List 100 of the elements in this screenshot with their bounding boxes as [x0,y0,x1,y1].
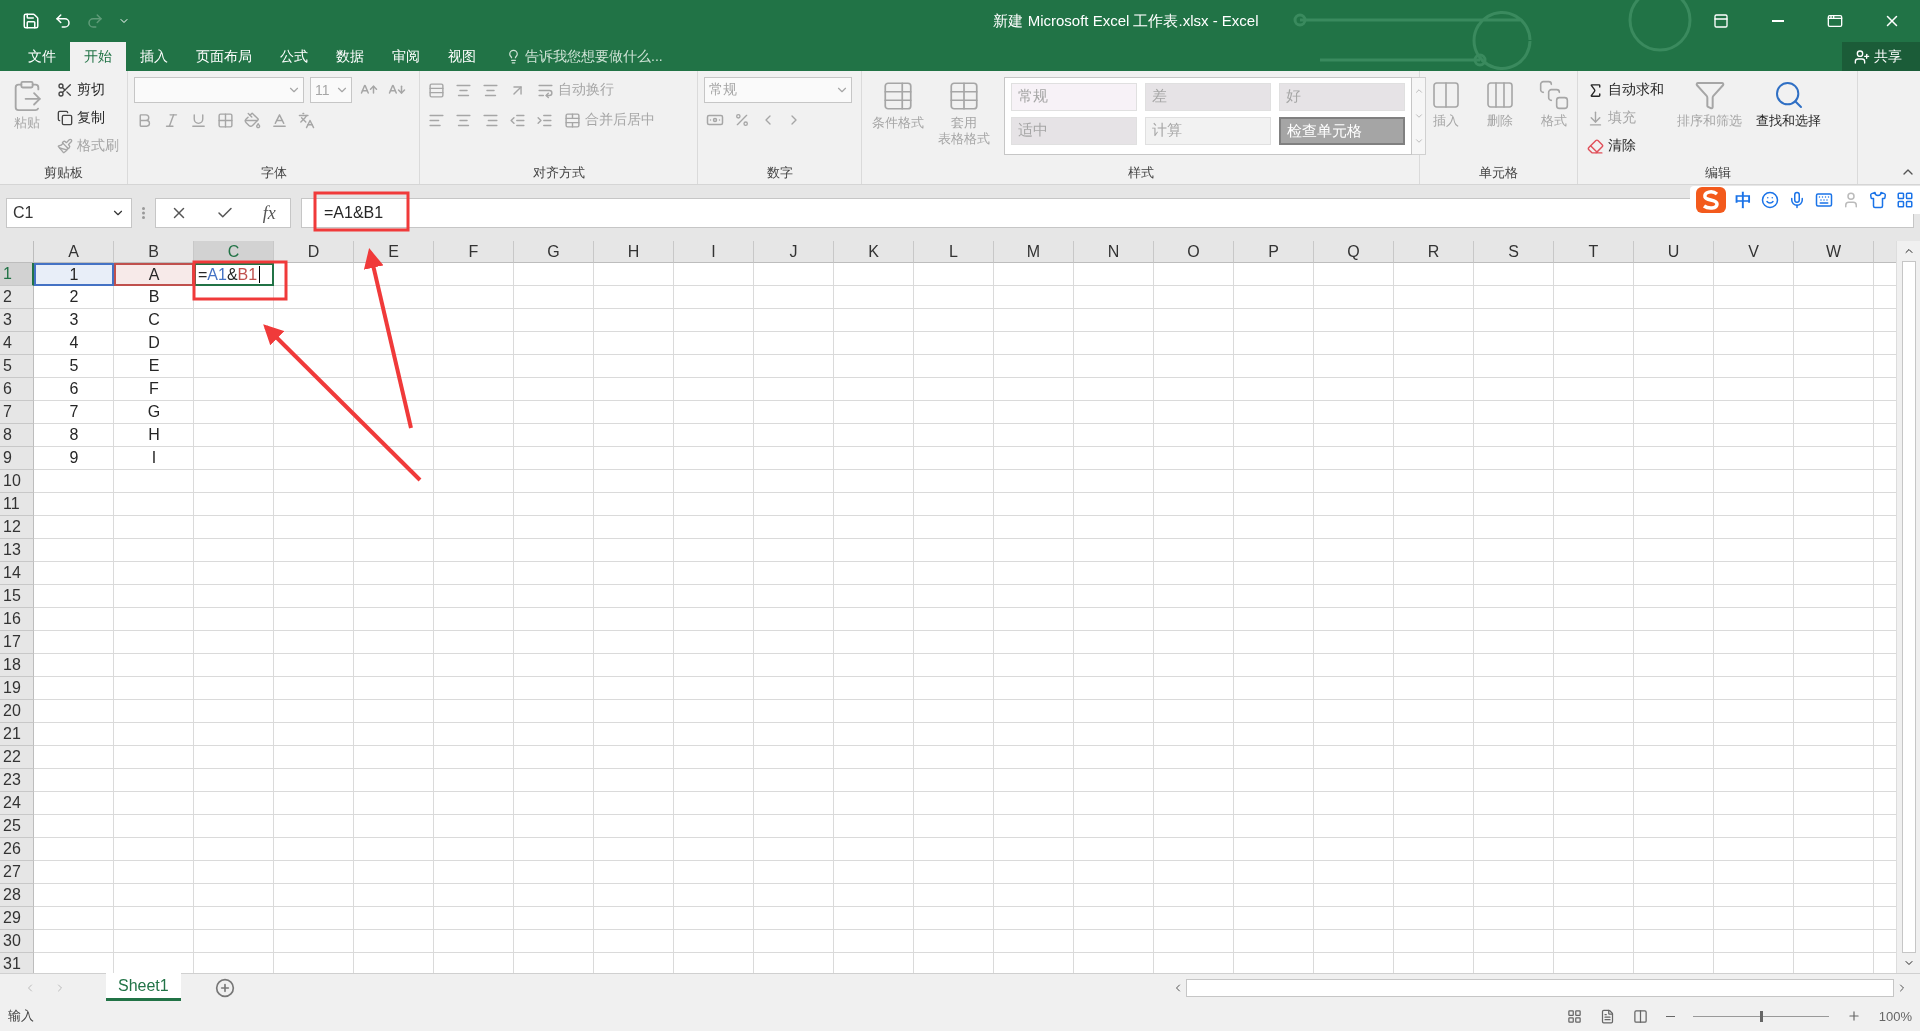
name-box[interactable]: C1 [6,198,132,228]
vertical-scrollbar[interactable] [1896,241,1920,973]
row-header[interactable]: 13 [0,539,34,562]
row-header[interactable]: 16 [0,608,34,631]
window-up-icon [1712,13,1729,29]
row-header[interactable]: 30 [0,930,34,953]
row-header[interactable]: 9 [0,447,34,470]
redo-icon [86,12,104,30]
row-header[interactable]: 10 [0,470,34,493]
ribbon-tab[interactable]: 文件 [14,42,70,71]
editing-cell[interactable]: =A1&B1 [194,263,274,286]
row-header[interactable]: 28 [0,884,34,907]
row-header[interactable]: 2 [0,286,34,309]
share-button[interactable]: 共享 [1842,42,1920,71]
editing-button[interactable]: 自动求和 [1584,77,1667,103]
ribbon-tab[interactable]: 数据 [322,42,378,71]
editing-button[interactable]: 查找和选择 [1752,77,1825,162]
column-header[interactable]: F [434,241,514,263]
column-header[interactable]: P [1234,241,1314,263]
merge-cells-icon [564,111,581,129]
clipboard-button[interactable]: 复制 [54,105,122,131]
row-header[interactable]: 14 [0,562,34,585]
column-header[interactable]: L [914,241,994,263]
row-header[interactable]: 3 [0,309,34,332]
row-header[interactable]: 6 [0,378,34,401]
sheet-tab[interactable]: Sheet1 [106,973,181,1001]
row-header[interactable]: 17 [0,631,34,654]
insert-function-button[interactable]: fx [262,202,276,224]
minimize-icon [1771,20,1784,22]
row-header[interactable]: 4 [0,332,34,355]
table-cell-text: 5 [68,356,80,376]
table-icon [947,79,981,113]
column-header[interactable]: R [1394,241,1474,263]
ribbon-tab[interactable]: 开始 [70,42,126,71]
column-header[interactable]: S [1474,241,1554,263]
tell-me-search[interactable]: 告诉我您想要做什么... [500,42,669,71]
select-all-corner[interactable] [0,241,34,263]
column-header[interactable]: D [274,241,354,263]
column-header[interactable]: U [1634,241,1714,263]
row-header[interactable]: 5 [0,355,34,378]
group-label: 对齐方式 [531,164,586,182]
paint-bucket-icon [244,111,261,129]
gallery-scrollbar[interactable] [1412,77,1426,155]
editing-button[interactable]: 清除 [1584,133,1667,159]
column-header[interactable]: N [1074,241,1154,263]
column-header[interactable]: B [114,241,194,263]
row-header[interactable]: 15 [0,585,34,608]
column-header[interactable]: K [834,241,914,263]
row-header[interactable]: 20 [0,700,34,723]
column-header[interactable]: G [514,241,594,263]
column-header[interactable]: M [994,241,1074,263]
column-header[interactable]: E [354,241,434,263]
row-header[interactable]: 25 [0,815,34,838]
row-header[interactable]: 18 [0,654,34,677]
zoom-slider-thumb[interactable] [1759,1010,1763,1022]
row-header[interactable]: 8 [0,424,34,447]
column-header[interactable]: T [1554,241,1634,263]
column-header[interactable]: A [34,241,114,263]
group-label: 样式 [1126,164,1155,182]
row-header[interactable]: 24 [0,792,34,815]
column-header[interactable]: J [754,241,834,263]
row-header[interactable]: 26 [0,838,34,861]
row-header[interactable]: 23 [0,769,34,792]
row-header[interactable]: 22 [0,746,34,769]
row-header[interactable]: 27 [0,861,34,884]
column-header[interactable]: H [594,241,674,263]
row-header[interactable]: 29 [0,907,34,930]
clipboard-button[interactable]: 剪切 [54,77,122,103]
row-header[interactable]: 1 [0,263,34,286]
zoom-level: 100% [1878,1008,1912,1024]
page-break-icon [1632,1008,1648,1024]
row-header[interactable]: 11 [0,493,34,516]
ribbon-tab[interactable]: 审阅 [378,42,434,71]
column-header[interactable]: W [1794,241,1874,263]
row-header[interactable]: 19 [0,677,34,700]
page-layout-icon [1599,1008,1615,1024]
down-arrow-icon [1587,109,1604,127]
column-header[interactable]: O [1154,241,1234,263]
row-header[interactable]: 7 [0,401,34,424]
group-label: 单元格 [1478,164,1519,182]
ribbon-tab[interactable]: 视图 [434,42,490,71]
row-header[interactable]: 31 [0,953,34,973]
ribbon-tab[interactable]: 插入 [126,42,182,71]
group-label: 编辑 [1703,164,1732,182]
table-cell-text: 9 [68,448,80,468]
save-icon [22,12,40,30]
column-header[interactable]: I [674,241,754,263]
group-label: 字体 [259,164,288,182]
row-header[interactable]: 21 [0,723,34,746]
copy-icon [57,110,73,126]
column-header[interactable]: C [194,241,274,263]
grid-icon [217,111,234,129]
normal-view-icon [1566,1008,1582,1024]
add-sheet-icon [214,977,235,998]
font-name-dropdown[interactable] [134,77,304,103]
ribbon-tab[interactable]: 页面布局 [182,42,266,71]
row-header[interactable]: 12 [0,516,34,539]
ribbon-tab[interactable]: 公式 [266,42,322,71]
column-header[interactable]: Q [1314,241,1394,263]
column-header[interactable]: V [1714,241,1794,263]
